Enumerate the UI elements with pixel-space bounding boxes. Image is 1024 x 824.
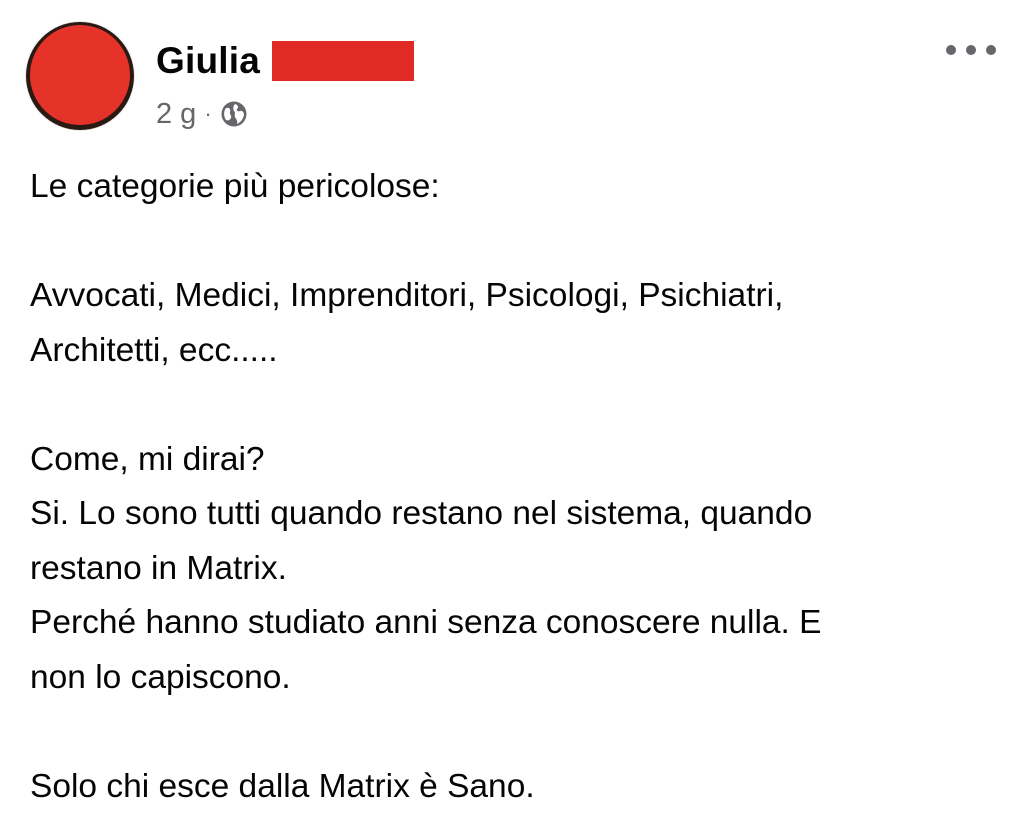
more-dot: [946, 45, 956, 55]
post-paragraph: Le categorie più pericolose:: [30, 168, 440, 205]
avatar[interactable]: [26, 22, 134, 130]
globe-icon[interactable]: [220, 100, 248, 128]
author-row: Giulia: [156, 38, 414, 84]
avatar-icon: [30, 25, 130, 125]
post-paragraph: Solo chi esce dalla Matrix è Sano.: [30, 767, 535, 805]
more-dot: [966, 45, 976, 55]
post-timestamp[interactable]: 2 g: [156, 98, 196, 131]
post-text: Le categorie più pericolose: Avvocati, M…: [30, 160, 990, 814]
more-options-icon[interactable]: [946, 38, 996, 62]
author-name[interactable]: Giulia: [156, 40, 260, 82]
post-paragraph: Come, mi dirai? Si. Lo sono tutti quando…: [30, 440, 822, 696]
post-paragraph: Avvocati, Medici, Imprenditori, Psicolog…: [30, 277, 784, 369]
more-dot: [986, 45, 996, 55]
redaction-bar: [272, 41, 414, 81]
meta-separator: ·: [204, 101, 212, 126]
post-card: Giulia 2 g · Le categorie più pericolose…: [0, 0, 1024, 824]
post-meta: 2 g ·: [156, 96, 248, 132]
